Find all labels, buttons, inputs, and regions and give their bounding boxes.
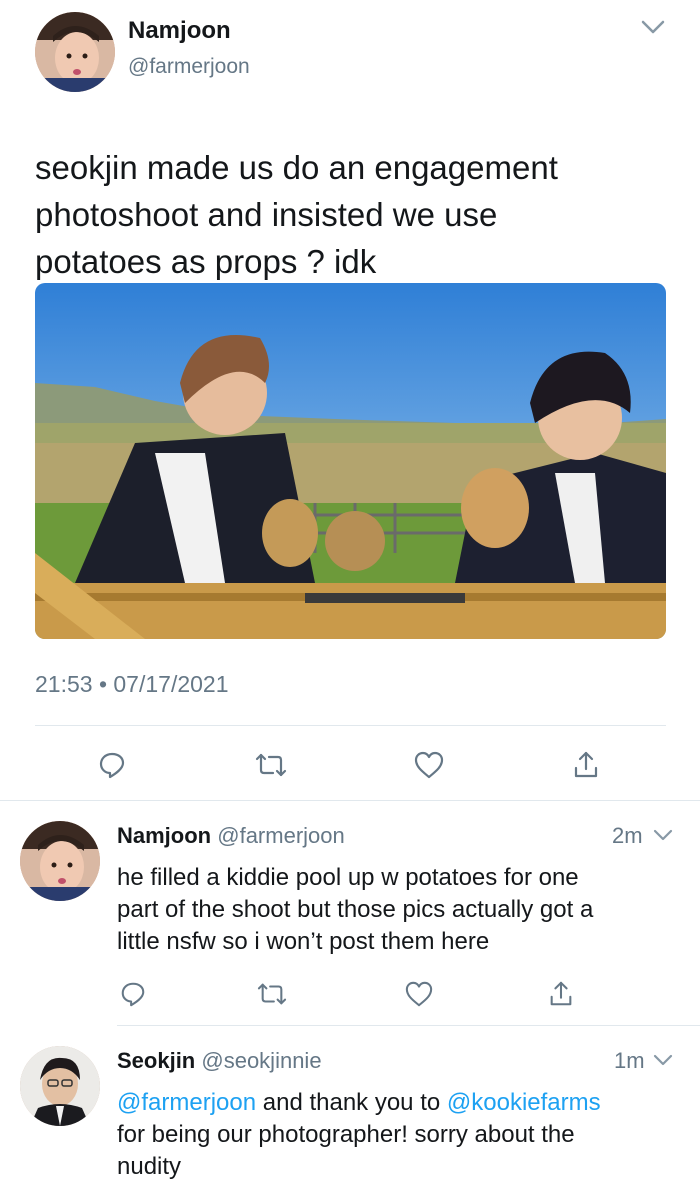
- reply-text-line: part of the shoot but those pics actuall…: [117, 896, 594, 923]
- chevron-down-icon[interactable]: [652, 828, 674, 843]
- reply-time: 2m: [612, 823, 643, 848]
- tweet-text-line: potatoes as props ? idk: [35, 243, 377, 280]
- avatar-image: [20, 821, 100, 901]
- reply-text: he filled a kiddie pool up w potatoes fo…: [117, 862, 697, 958]
- divider: [35, 725, 666, 726]
- reply-handle[interactable]: @seokjinnie: [201, 1048, 321, 1073]
- reply-display-name[interactable]: Seokjin: [117, 1048, 195, 1073]
- avatar-image: [35, 12, 115, 92]
- chevron-down-icon[interactable]: [652, 1053, 674, 1068]
- reply-text-line: little nsfw so i won’t post them here: [117, 928, 490, 955]
- main-tweet-display-name[interactable]: Namjoon: [128, 17, 231, 45]
- chevron-down-icon[interactable]: [640, 18, 666, 36]
- tweet-text-line: photoshoot and insisted we use: [35, 196, 498, 233]
- main-tweet-text: seokjin made us do an engagement photosh…: [35, 144, 675, 285]
- avatar-image: [20, 1046, 100, 1126]
- reply-header: Seokjin @seokjinnie: [117, 1048, 322, 1074]
- reply-time: 1m: [614, 1048, 645, 1073]
- retweet-icon[interactable]: [255, 750, 287, 780]
- share-icon[interactable]: [547, 980, 575, 1008]
- reply-text-segment: and thank you to: [256, 1089, 447, 1116]
- main-tweet-timestamp[interactable]: 21:53 • 07/17/2021: [35, 671, 229, 698]
- reply-display-name[interactable]: Namjoon: [117, 823, 211, 848]
- divider: [0, 800, 700, 801]
- reply-text-line: for being our photographer! sorry about …: [117, 1121, 575, 1148]
- retweet-icon[interactable]: [257, 980, 287, 1008]
- like-icon[interactable]: [404, 980, 434, 1008]
- reply-text-line: @farmerjoon and thank you to @kookiefarm…: [117, 1087, 697, 1119]
- reply-avatar[interactable]: [20, 821, 100, 901]
- share-icon[interactable]: [571, 750, 601, 780]
- reply-text-line: nudity: [117, 1153, 182, 1180]
- photo-image: [35, 283, 666, 639]
- tweet-text-line: seokjin made us do an engagement: [35, 149, 558, 186]
- main-tweet-avatar[interactable]: [35, 12, 115, 92]
- reply-text-line: he filled a kiddie pool up w potatoes fo…: [117, 864, 579, 891]
- like-icon[interactable]: [413, 750, 445, 780]
- tweet-photo[interactable]: [35, 283, 666, 639]
- reply-handle[interactable]: @farmerjoon: [217, 823, 345, 848]
- reply-text: @farmerjoon and thank you to @kookiefarm…: [117, 1087, 697, 1183]
- reply-header: Namjoon @farmerjoon: [117, 823, 345, 849]
- reply-icon[interactable]: [97, 750, 127, 780]
- reply-avatar[interactable]: [20, 1046, 100, 1126]
- reply-icon[interactable]: [119, 980, 147, 1008]
- mention-link[interactable]: @farmerjoon: [117, 1089, 256, 1116]
- divider: [117, 1025, 700, 1026]
- main-tweet-handle[interactable]: @farmerjoon: [128, 55, 250, 79]
- mention-link[interactable]: @kookiefarms: [447, 1089, 601, 1116]
